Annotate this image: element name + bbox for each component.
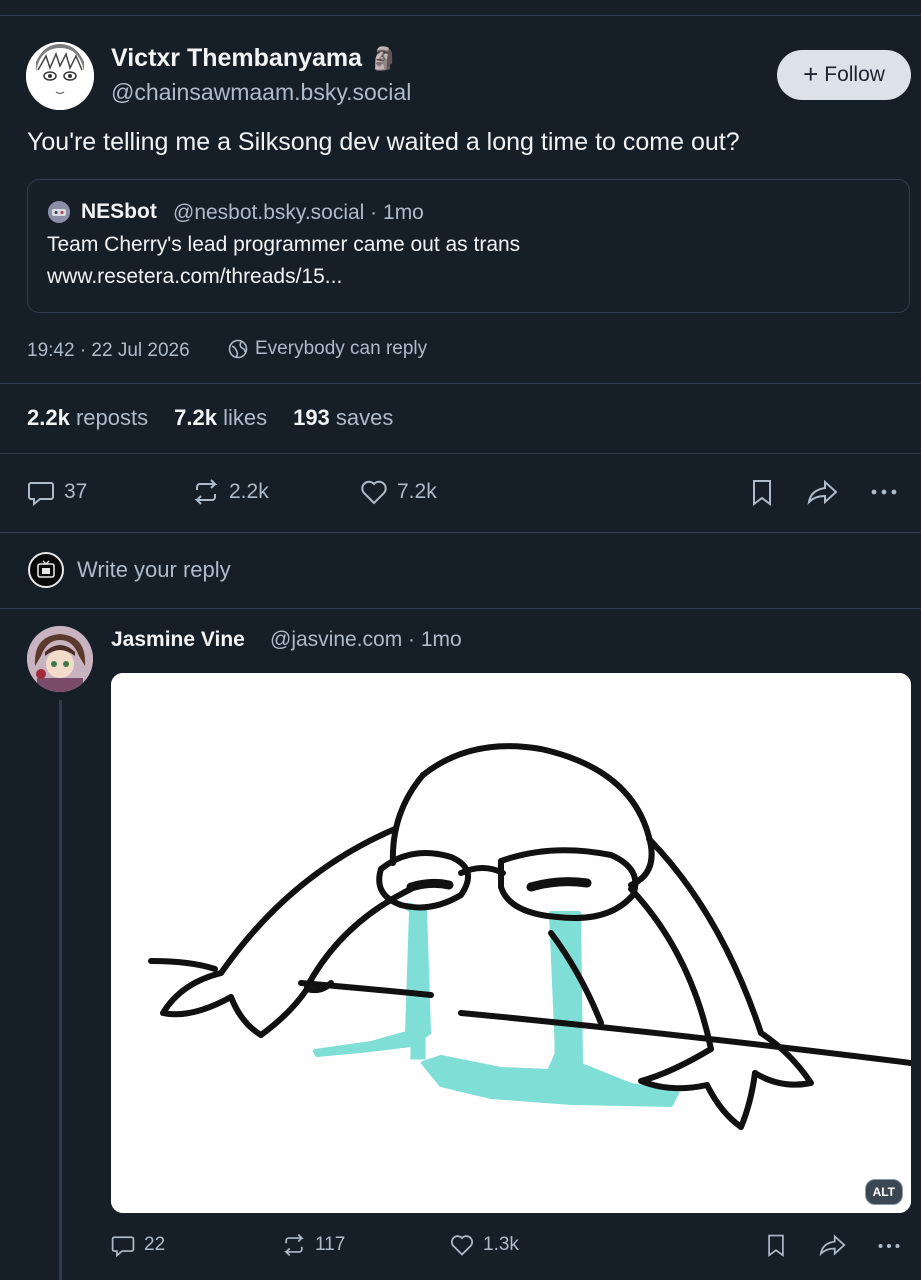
bookmark-icon xyxy=(753,480,771,506)
quote-meta: @nesbot.bsky.social · 1mo xyxy=(173,201,424,224)
divider-reply-box xyxy=(0,608,921,609)
reply-like-button[interactable]: 1.3k xyxy=(449,1232,519,1258)
divider-stats-bottom xyxy=(0,453,921,454)
follow-button[interactable]: + Follow xyxy=(777,50,911,100)
reply-setting: Everybody can reply xyxy=(228,338,427,360)
more-icon xyxy=(878,1243,900,1249)
share-icon xyxy=(807,479,838,505)
crying-drawing xyxy=(111,673,911,1213)
reply-repost-count: 117 xyxy=(315,1234,346,1255)
quote-link[interactable]: www.resetera.com/threads/15... xyxy=(47,265,342,289)
bookmark-icon xyxy=(768,1234,784,1257)
globe-icon xyxy=(228,339,248,359)
moai-emoji: 🗿 xyxy=(370,45,398,71)
post-stats: 2.2k reposts 7.2k likes 193 saves xyxy=(27,405,393,431)
thread-line xyxy=(59,700,62,1280)
author-name-text[interactable]: Victxr Thembanyama xyxy=(111,44,362,73)
post-text: You're telling me a Silksong dev waited … xyxy=(27,128,740,156)
reply-icon xyxy=(28,482,54,507)
reply-author-avatar[interactable] xyxy=(27,626,93,692)
reply-setting-text: Everybody can reply xyxy=(255,338,428,359)
reply-repost-button[interactable]: 117 xyxy=(281,1232,345,1258)
divider-actions-bottom xyxy=(0,532,921,533)
bookmark-button[interactable] xyxy=(748,477,776,507)
plus-icon: + xyxy=(803,59,819,89)
reply-reply-button[interactable]: 22 xyxy=(110,1232,165,1258)
like-icon xyxy=(361,480,387,505)
post-timestamp: 19:42 · 22 Jul 2026 xyxy=(27,340,190,361)
reply-like-count: 1.3k xyxy=(483,1234,519,1255)
repost-icon xyxy=(194,479,218,505)
reply-share-button[interactable] xyxy=(818,1232,848,1258)
more-icon xyxy=(871,489,897,495)
author-handle[interactable]: @chainsawmaam.bsky.social xyxy=(111,79,411,106)
reposts-stat[interactable]: 2.2k reposts xyxy=(27,405,148,431)
reply-bookmark-button[interactable] xyxy=(764,1232,788,1258)
reply-icon xyxy=(111,1236,135,1258)
author-name[interactable]: Victxr Thembanyama 🗿 xyxy=(111,44,397,73)
repost-icon xyxy=(284,1233,304,1257)
reply-composer[interactable]: Write your reply xyxy=(28,552,231,588)
reply-count: 37 xyxy=(64,480,88,503)
quoted-post[interactable]: NESbot @nesbot.bsky.social · 1mo Team Ch… xyxy=(27,179,910,313)
top-divider xyxy=(0,15,921,16)
current-user-avatar xyxy=(28,552,64,588)
saves-stat: 193 saves xyxy=(293,405,394,430)
quote-avatar xyxy=(48,201,70,223)
divider-stats-top xyxy=(0,383,921,384)
share-button[interactable] xyxy=(806,477,840,507)
reply-placeholder[interactable]: Write your reply xyxy=(77,557,231,583)
share-icon xyxy=(819,1234,846,1257)
reply-reply-count: 22 xyxy=(144,1234,166,1255)
reply-more-options-button[interactable] xyxy=(876,1235,902,1257)
likes-stat[interactable]: 7.2k likes xyxy=(174,405,267,431)
quote-text: Team Cherry's lead programmer came out a… xyxy=(47,233,521,256)
like-icon xyxy=(451,1235,473,1256)
more-options-button[interactable] xyxy=(869,479,899,505)
reply-meta[interactable]: @jasvine.com · 1mo xyxy=(270,628,462,652)
reply-author-name[interactable]: Jasmine Vine xyxy=(111,628,245,652)
quote-author-name: NESbot xyxy=(81,200,157,223)
like-button[interactable]: 7.2k xyxy=(359,477,437,507)
author-avatar[interactable] xyxy=(26,42,94,110)
alt-text-badge[interactable]: ALT xyxy=(864,1179,903,1205)
like-count: 7.2k xyxy=(397,480,437,503)
reply-image[interactable]: ALT xyxy=(111,673,911,1213)
repost-count: 2.2k xyxy=(229,480,269,503)
follow-label: Follow xyxy=(824,63,885,86)
reply-button[interactable]: 37 xyxy=(26,477,87,507)
repost-button[interactable]: 2.2k xyxy=(191,477,269,507)
